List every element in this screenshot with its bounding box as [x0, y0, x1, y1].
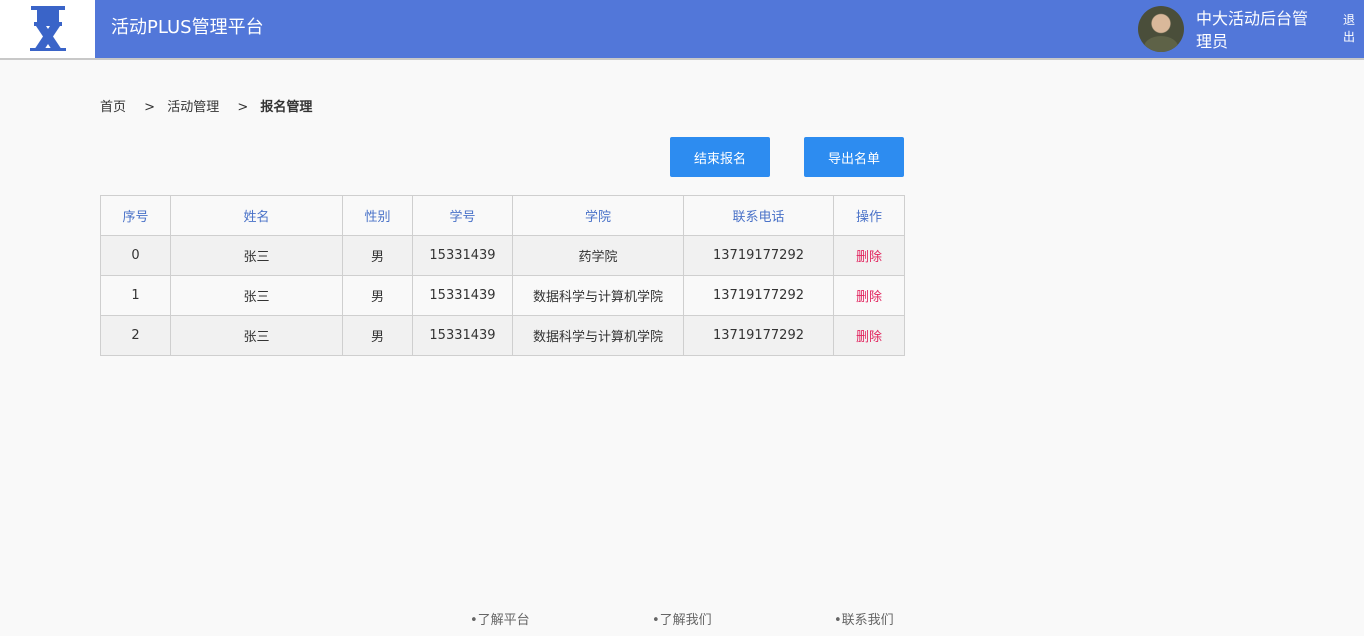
delete-link[interactable]: 删除	[856, 250, 882, 265]
table-row: 1 张三 男 15331439 数据科学与计算机学院 13719177292 删…	[100, 275, 905, 316]
breadcrumb-home[interactable]: 首页	[100, 96, 126, 115]
cell-phone: 13719177292	[683, 315, 834, 356]
cell-gender: 男	[342, 235, 413, 276]
end-enrollment-button[interactable]: 结束报名	[670, 137, 770, 177]
export-list-button[interactable]: 导出名单	[804, 137, 904, 177]
cell-school: 药学院	[512, 235, 684, 276]
chair-logo-icon	[30, 6, 66, 51]
cell-action: 删除	[833, 235, 905, 276]
cell-name: 张三	[170, 275, 343, 316]
table-header-row: 序号 姓名 性别 学号 学院 联系电话 操作	[100, 195, 905, 236]
footer-link-about-us[interactable]: •了解我们	[652, 609, 712, 628]
cell-student-id: 15331439	[412, 235, 513, 276]
cell-student-id: 15331439	[412, 275, 513, 316]
cell-phone: 13719177292	[683, 235, 834, 276]
breadcrumb-separator: >	[237, 100, 249, 115]
cell-name: 张三	[170, 235, 343, 276]
column-header-school: 学院	[512, 195, 684, 236]
cell-phone: 13719177292	[683, 275, 834, 316]
logo[interactable]	[0, 0, 95, 58]
cell-gender: 男	[342, 275, 413, 316]
cell-gender: 男	[342, 315, 413, 356]
cell-school: 数据科学与计算机学院	[512, 315, 684, 356]
cell-index: 2	[100, 315, 171, 356]
column-header-student-id: 学号	[412, 195, 513, 236]
table-row: 2 张三 男 15331439 数据科学与计算机学院 13719177292 删…	[100, 315, 905, 356]
cell-index: 0	[100, 235, 171, 276]
table-row: 0 张三 男 15331439 药学院 13719177292 删除	[100, 235, 905, 276]
breadcrumb-separator: >	[144, 100, 156, 115]
footer-link-about-platform[interactable]: •了解平台	[470, 609, 530, 628]
top-bar: 活动PLUS管理平台 中大活动后台管理员 退出	[0, 0, 1364, 60]
enrollment-table: 序号 姓名 性别 学号 学院 联系电话 操作 0 张三 男 15331439 药…	[100, 195, 905, 356]
breadcrumb-activity-management[interactable]: 活动管理	[167, 96, 219, 115]
cell-action: 删除	[833, 315, 905, 356]
column-header-name: 姓名	[170, 195, 343, 236]
column-header-action: 操作	[833, 195, 905, 236]
delete-link[interactable]: 删除	[856, 290, 882, 305]
logout-button[interactable]: 退出	[1342, 12, 1356, 46]
cell-index: 1	[100, 275, 171, 316]
user-name: 中大活动后台管理员	[1196, 9, 1309, 51]
cell-name: 张三	[170, 315, 343, 356]
column-header-index: 序号	[100, 195, 171, 236]
cell-action: 删除	[833, 275, 905, 316]
cell-school: 数据科学与计算机学院	[512, 275, 684, 316]
column-header-phone: 联系电话	[683, 195, 834, 236]
cell-student-id: 15331439	[412, 315, 513, 356]
column-header-gender: 性别	[342, 195, 413, 236]
breadcrumb: 首页 > 活动管理 > 报名管理	[100, 96, 312, 115]
breadcrumb-enrollment-management: 报名管理	[260, 100, 313, 115]
app-title: 活动PLUS管理平台	[111, 17, 264, 38]
footer-link-contact-us[interactable]: •联系我们	[834, 609, 894, 628]
avatar[interactable]	[1138, 6, 1184, 52]
delete-link[interactable]: 删除	[856, 330, 882, 345]
